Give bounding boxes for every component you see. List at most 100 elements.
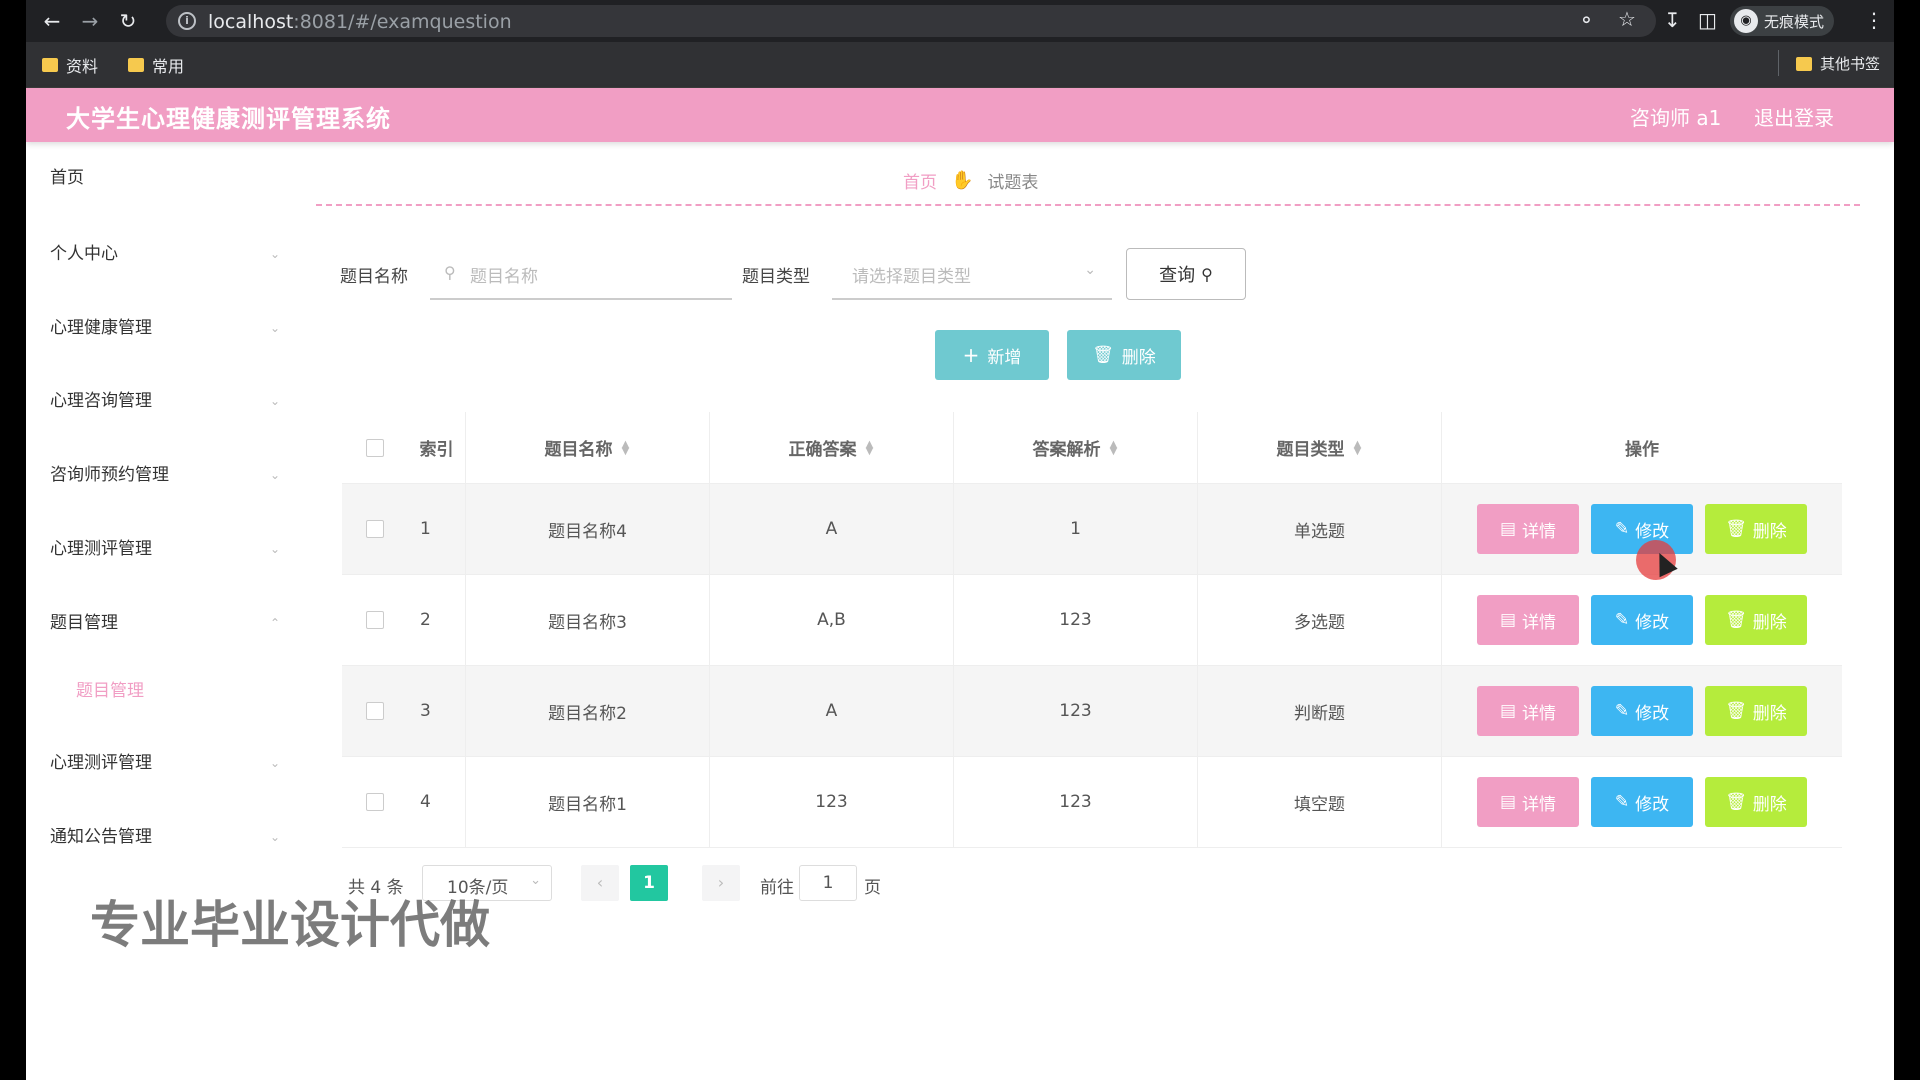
trash-icon: 🗑 bbox=[1725, 610, 1747, 630]
goto-label: 前往 bbox=[760, 878, 794, 898]
bookmark-2[interactable]: 常用 bbox=[128, 53, 184, 77]
edit-label: 修改 bbox=[1635, 703, 1670, 724]
chevron-down-icon: ⌄ bbox=[270, 394, 281, 408]
info-icon[interactable]: i bbox=[178, 12, 196, 30]
table-header: 索引 题目名称 ▲ ▼ 正确答案 ▲ ▼ 答案解析 ▲ ▼ 题目类型 ▲ ▼ 操作 bbox=[342, 412, 1842, 484]
plus-icon: + bbox=[962, 343, 980, 367]
menu-icon[interactable]: ⋮ bbox=[1864, 8, 1884, 32]
folder-icon bbox=[42, 58, 58, 72]
goto-page-input[interactable]: 1 bbox=[799, 865, 857, 901]
divider bbox=[1778, 50, 1779, 76]
chevron-down-icon: ⌄ bbox=[530, 873, 541, 888]
page-number-current[interactable]: 1 bbox=[630, 865, 668, 901]
sidebar-item-evaluation[interactable]: 心理测评管理 ⌄ bbox=[50, 743, 280, 783]
document-icon: ▤ bbox=[1499, 519, 1517, 539]
detail-button[interactable]: ▤ 详情 bbox=[1477, 595, 1579, 645]
back-icon[interactable]: ← bbox=[40, 9, 64, 33]
chevron-down-icon: ⌄ bbox=[1084, 262, 1096, 278]
name-search-input[interactable]: ⚲ 题目名称 bbox=[430, 246, 732, 300]
row-checkbox[interactable] bbox=[366, 702, 384, 720]
sidebar-item-home[interactable]: 首页 bbox=[50, 158, 280, 198]
cell-type: 填空题 bbox=[1198, 757, 1442, 847]
edit-button[interactable]: ✎ 修改 bbox=[1591, 777, 1693, 827]
breadcrumb-home[interactable]: 首页 bbox=[903, 168, 937, 193]
sidebar-item-questions[interactable]: 题目管理 ⌃ bbox=[50, 603, 280, 643]
select-all-checkbox[interactable] bbox=[366, 438, 384, 457]
delete-button[interactable]: 🗑 删除 bbox=[1705, 686, 1807, 736]
col-type[interactable]: 题目类型 ▲ ▼ bbox=[1198, 412, 1442, 483]
edit-button[interactable]: ✎ 修改 bbox=[1591, 595, 1693, 645]
detail-label: 详情 bbox=[1522, 703, 1557, 724]
sidebar-subitem-questions[interactable]: 题目管理 bbox=[76, 671, 144, 711]
detail-button[interactable]: ▤ 详情 bbox=[1477, 504, 1579, 554]
breadcrumb-current: 试题表 bbox=[987, 173, 1039, 193]
cell-answer: A bbox=[710, 666, 954, 756]
app-header: 大学生心理健康测评管理系统 咨询师 a1 退出登录 bbox=[26, 88, 1894, 142]
query-button[interactable]: 查询 ⚲ bbox=[1126, 248, 1246, 300]
sidebar-item-notice[interactable]: 通知公告管理 ⌄ bbox=[50, 817, 280, 857]
prev-page-button[interactable]: ‹ bbox=[581, 865, 619, 901]
detail-button[interactable]: ▤ 详情 bbox=[1477, 777, 1579, 827]
sidebar-item-consult[interactable]: 心理咨询管理 ⌄ bbox=[50, 381, 280, 421]
page-suffix: 页 bbox=[864, 878, 881, 898]
sidebar-item-assessment[interactable]: 心理测评管理 ⌄ bbox=[50, 529, 280, 569]
delete-label: 删除 bbox=[1752, 703, 1787, 724]
forward-icon[interactable]: → bbox=[78, 9, 102, 33]
row-checkbox[interactable] bbox=[366, 611, 384, 629]
type-select[interactable]: 请选择题目类型 ⌄ bbox=[832, 246, 1112, 300]
user-name: 咨询师 a1 bbox=[1630, 106, 1722, 130]
cell-type: 单选题 bbox=[1198, 484, 1442, 574]
incognito-profile[interactable]: ◉ 无痕模式 bbox=[1730, 6, 1835, 36]
next-page-button[interactable]: › bbox=[702, 865, 740, 901]
bookmark-label: 资料 bbox=[66, 57, 99, 76]
table-row: 1 题目名称4 A 1 单选题 ▤ 详情 ✎ 修改 🗑 删除 bbox=[342, 484, 1842, 575]
logout-link[interactable]: 退出登录 bbox=[1754, 102, 1834, 131]
pencil-icon: ✎ bbox=[1614, 701, 1630, 721]
col-analysis[interactable]: 答案解析 ▲ ▼ bbox=[954, 412, 1198, 483]
pencil-icon: ✎ bbox=[1614, 792, 1630, 812]
sort-icon[interactable]: ▲ ▼ bbox=[1109, 439, 1119, 456]
col-answer[interactable]: 正确答案 ▲ ▼ bbox=[710, 412, 954, 483]
delete-button[interactable]: 🗑 删除 bbox=[1705, 504, 1807, 554]
cell-index: 1 bbox=[408, 484, 466, 574]
row-check-cell bbox=[342, 575, 408, 665]
sort-icon[interactable]: ▲ ▼ bbox=[621, 439, 631, 456]
batch-delete-button[interactable]: 🗑 删除 bbox=[1067, 330, 1181, 380]
sidepanel-icon[interactable]: ◫ bbox=[1698, 8, 1717, 32]
col-name[interactable]: 题目名称 ▲ ▼ bbox=[466, 412, 710, 483]
bookmarks-bar bbox=[26, 42, 1894, 88]
sidebar-item-label: 心理测评管理 bbox=[50, 753, 152, 773]
key-icon[interactable]: ⚬ bbox=[1578, 8, 1595, 32]
row-checkbox[interactable] bbox=[366, 793, 384, 811]
col-index: 索引 bbox=[408, 412, 466, 483]
select-all-cell bbox=[342, 412, 408, 483]
sidebar-item-label: 个人中心 bbox=[50, 244, 118, 264]
edit-button[interactable]: ✎ 修改 bbox=[1591, 686, 1693, 736]
add-button[interactable]: + 新增 bbox=[935, 330, 1049, 380]
detail-button[interactable]: ▤ 详情 bbox=[1477, 686, 1579, 736]
bookmark-1[interactable]: 资料 bbox=[42, 53, 98, 77]
header-label: 题目类型 bbox=[1276, 440, 1345, 460]
sidebar-item-label: 咨询师预约管理 bbox=[50, 465, 169, 485]
sort-icon[interactable]: ▲ ▼ bbox=[865, 439, 875, 456]
document-icon: ▤ bbox=[1499, 792, 1517, 812]
row-check-cell bbox=[342, 666, 408, 756]
delete-label: 删除 bbox=[1121, 347, 1156, 368]
download-icon[interactable]: ↧ bbox=[1664, 8, 1681, 32]
reload-icon[interactable]: ↻ bbox=[116, 9, 140, 33]
sidebar-item-personal[interactable]: 个人中心 ⌄ bbox=[50, 234, 280, 274]
address-bar[interactable]: i localhost:8081/#/examquestion ⚬ ☆ bbox=[166, 5, 1656, 37]
cell-answer: A,B bbox=[710, 575, 954, 665]
search-icon: ⚲ bbox=[444, 263, 456, 282]
star-icon[interactable]: ☆ bbox=[1618, 7, 1636, 31]
delete-button[interactable]: 🗑 删除 bbox=[1705, 777, 1807, 827]
sidebar-item-health[interactable]: 心理健康管理 ⌄ bbox=[50, 308, 280, 348]
other-bookmarks[interactable]: 其他书签 bbox=[1796, 53, 1880, 74]
sidebar-item-label: 题目管理 bbox=[50, 613, 118, 633]
row-checkbox[interactable] bbox=[366, 520, 384, 538]
edit-label: 修改 bbox=[1635, 794, 1670, 815]
sidebar-item-appointment[interactable]: 咨询师预约管理 ⌄ bbox=[50, 455, 280, 495]
sort-icon[interactable]: ▲ ▼ bbox=[1353, 439, 1363, 456]
edit-label: 修改 bbox=[1635, 612, 1670, 633]
delete-button[interactable]: 🗑 删除 bbox=[1705, 595, 1807, 645]
